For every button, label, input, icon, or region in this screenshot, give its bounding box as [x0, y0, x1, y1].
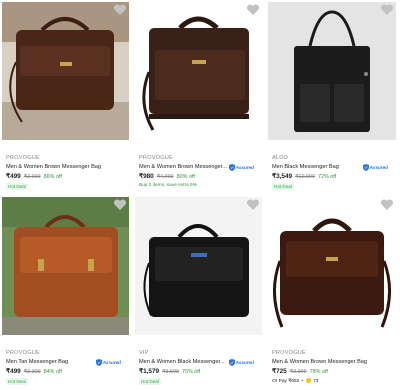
hot-deal-badge: Hot Deal — [6, 183, 28, 190]
supercoin-offer: Or Pay ₹652 + 73 — [272, 378, 318, 384]
product-brand: PROVOGUE — [272, 350, 306, 356]
product-image[interactable] — [135, 197, 262, 335]
discount-percent: 75% off — [181, 369, 201, 375]
assured-badge: Assured — [362, 163, 388, 171]
product-title[interactable]: Men & Women Brown Messenger... — [139, 164, 227, 170]
product-image[interactable] — [268, 197, 396, 335]
brown-leather-bag-image — [2, 2, 129, 140]
price-row: ₹980 ₹4,999 80% off — [139, 172, 195, 180]
product-grid: PROVOGUE Men & Women Brown Messenger Bag… — [0, 0, 400, 390]
assured-label: Assured — [235, 164, 254, 170]
selling-price: ₹725 — [272, 368, 287, 375]
product-brand: PROVOGUE — [6, 350, 40, 356]
wishlist-heart-icon[interactable] — [113, 199, 127, 211]
original-price: ₹2,999 — [23, 174, 41, 180]
product-card[interactable]: VIP Men & Women Black Messenger... Assur… — [133, 195, 266, 390]
hot-deal-badge: Hot Deal — [6, 378, 28, 385]
original-price: ₹3,599 — [162, 369, 179, 375]
product-title[interactable]: Men Tan Messenger Bag — [6, 359, 68, 365]
original-price: ₹3,999 — [289, 369, 307, 375]
shield-icon — [95, 358, 102, 366]
selling-price: ₹1,579 — [139, 368, 160, 375]
wishlist-heart-icon[interactable] — [113, 4, 127, 16]
assured-badge: Assured — [228, 358, 254, 366]
selling-price: ₹3,549 — [272, 173, 293, 180]
wishlist-heart-icon[interactable] — [380, 4, 394, 16]
discount-percent: 72% off — [317, 174, 337, 180]
product-card[interactable]: ALDO Men Black Messenger Bag Assured ₹3,… — [266, 0, 400, 195]
discount-percent: 78% off — [309, 369, 328, 375]
product-brand: PROVOGUE — [139, 155, 173, 161]
tan-leather-bag-image — [2, 197, 129, 335]
brown-briefcase-bag-image — [135, 2, 262, 140]
product-image[interactable] — [268, 2, 396, 140]
product-card[interactable]: PROVOGUE Men & Women Brown Messenger Bag… — [266, 195, 400, 390]
wishlist-heart-icon[interactable] — [380, 199, 394, 211]
discount-percent: 80% off — [176, 174, 195, 180]
product-brand: VIP — [139, 350, 149, 356]
original-price: ₹12,999 — [295, 174, 315, 180]
assured-badge: Assured — [228, 163, 254, 171]
price-row: ₹499 ₹3,399 84% off — [6, 367, 62, 375]
product-title[interactable]: Men & Women Black Messenger... — [139, 359, 225, 365]
price-row: ₹3,549 ₹12,999 72% off — [272, 172, 336, 180]
original-price: ₹4,999 — [156, 174, 174, 180]
hot-deal-badge: Hot Deal — [272, 183, 294, 190]
black-tote-bag-image — [268, 2, 396, 140]
assured-label: Assured — [235, 359, 254, 365]
price-row: ₹725 ₹3,999 78% off — [272, 367, 328, 375]
supercoin-count: 73 — [313, 378, 319, 384]
shield-icon — [362, 163, 369, 171]
offer-text: Buy 2 items, save extra 5% — [139, 183, 198, 188]
original-price: ₹3,399 — [23, 369, 41, 375]
product-title[interactable]: Men & Women Brown Messenger Bag — [6, 164, 101, 170]
assured-label: Assured — [102, 359, 121, 365]
supercoin-offer-text: Or Pay ₹652 + — [272, 378, 305, 384]
product-card[interactable]: PROVOGUE Men Tan Messenger Bag Assured ₹… — [0, 195, 133, 390]
product-brand: ALDO — [272, 155, 289, 161]
product-image[interactable] — [135, 2, 262, 140]
selling-price: ₹980 — [139, 173, 154, 180]
black-laptop-bag-image — [135, 197, 262, 335]
assured-label: Assured — [369, 164, 388, 170]
discount-percent: 86% off — [43, 174, 62, 180]
product-card[interactable]: PROVOGUE Men & Women Brown Messenger... … — [133, 0, 266, 195]
product-title[interactable]: Men Black Messenger Bag — [272, 164, 339, 170]
product-card[interactable]: PROVOGUE Men & Women Brown Messenger Bag… — [0, 0, 133, 195]
brown-messenger-bag-image — [268, 197, 396, 335]
shield-icon — [228, 358, 235, 366]
wishlist-heart-icon[interactable] — [246, 4, 260, 16]
assured-badge: Assured — [95, 358, 121, 366]
price-row: ₹499 ₹2,999 86% off — [6, 172, 62, 180]
product-image[interactable] — [2, 2, 129, 140]
shield-icon — [228, 163, 235, 171]
product-title[interactable]: Men & Women Brown Messenger Bag — [272, 359, 367, 365]
selling-price: ₹499 — [6, 173, 21, 180]
supercoin-icon — [305, 378, 311, 383]
product-image[interactable] — [2, 197, 129, 335]
wishlist-heart-icon[interactable] — [246, 199, 260, 211]
selling-price: ₹499 — [6, 368, 21, 375]
price-row: ₹1,579 ₹3,599 75% off — [139, 367, 200, 375]
hot-deal-badge: Hot Deal — [139, 378, 161, 385]
product-brand: PROVOGUE — [6, 155, 40, 161]
discount-percent: 84% off — [43, 369, 62, 375]
